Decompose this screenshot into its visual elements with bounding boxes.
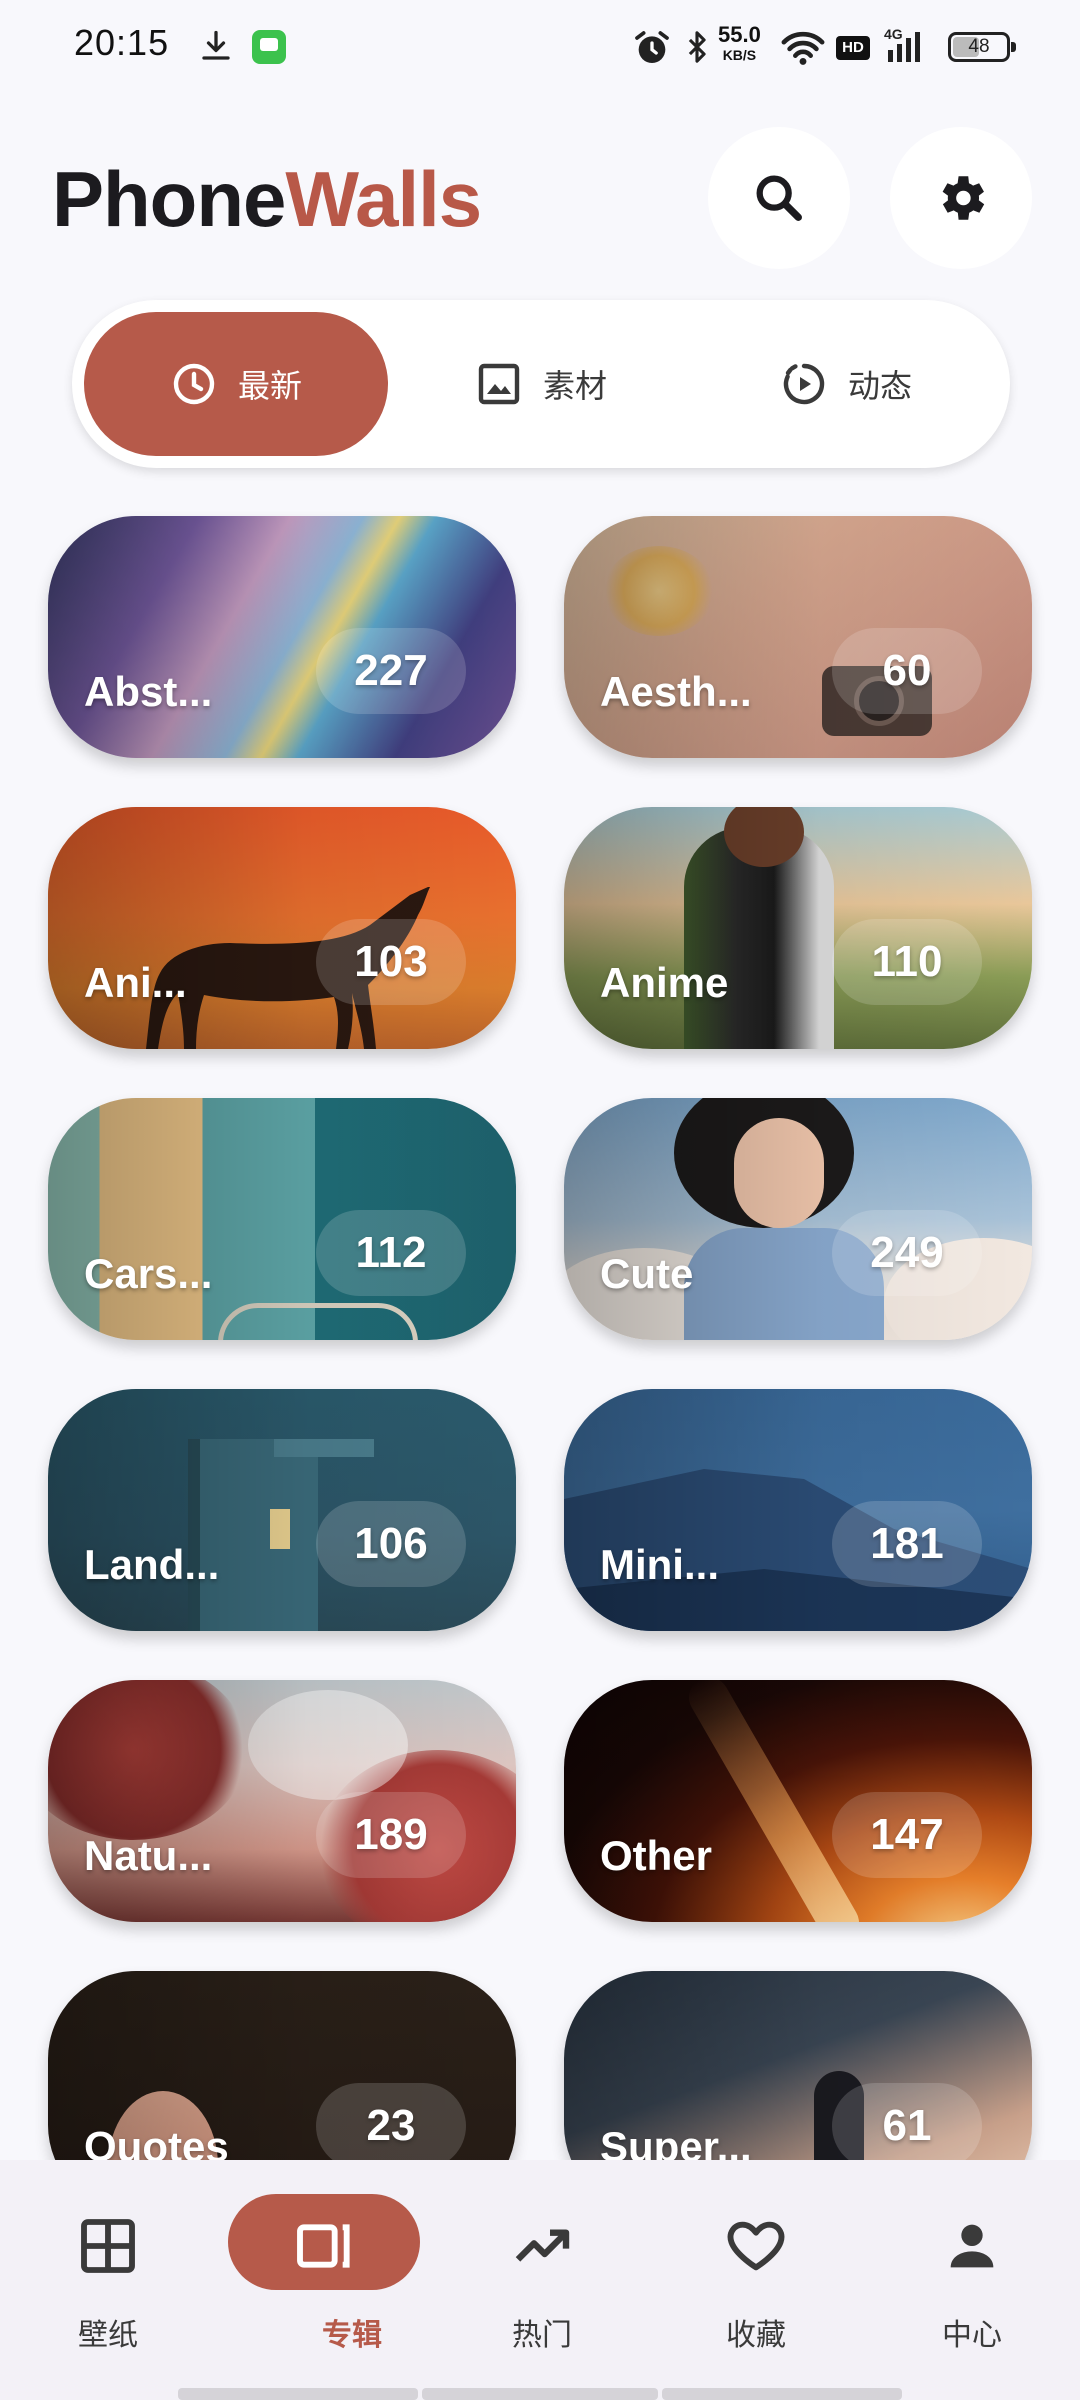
- nav-wallpapers[interactable]: 壁纸: [8, 2194, 208, 2364]
- category-card-animals[interactable]: Ani... 103: [48, 807, 516, 1049]
- search-icon: [756, 175, 802, 221]
- bottom-navigation: 壁纸 专辑 热门 收藏 中心: [0, 2160, 1080, 2400]
- grid-icon: [81, 2219, 135, 2273]
- tab-label: 动态: [847, 367, 912, 405]
- status-time: 20:15: [74, 22, 170, 63]
- category-count: 189: [316, 1792, 466, 1878]
- category-card-nature[interactable]: Natu... 189: [48, 1680, 516, 1922]
- category-count: 147: [832, 1792, 982, 1878]
- status-bar: 20:15 55.0 KB/S HD 4G 48: [0, 0, 1080, 96]
- person-icon: [950, 2224, 994, 2268]
- category-card-abstract[interactable]: Abst... 227: [48, 516, 516, 758]
- tab-dynamic[interactable]: 动态: [694, 312, 998, 456]
- category-count: 112: [316, 1210, 466, 1296]
- category-card-landscape[interactable]: Land... 106: [48, 1389, 516, 1631]
- hd-badge: HD: [836, 36, 870, 60]
- app-title-part2: Walls: [285, 155, 482, 243]
- gesture-bar: [178, 2388, 418, 2400]
- nav-profile[interactable]: 中心: [872, 2194, 1072, 2364]
- tab-latest[interactable]: 最新: [84, 312, 388, 456]
- category-card-other[interactable]: Other 147: [564, 1680, 1032, 1922]
- gesture-bar: [422, 2388, 658, 2400]
- nav-favorites[interactable]: 收藏: [656, 2194, 856, 2364]
- settings-icon: [942, 176, 985, 220]
- nav-trending[interactable]: 热门: [442, 2194, 642, 2364]
- category-count: 23: [316, 2083, 466, 2169]
- wifi-icon: [781, 31, 825, 65]
- bluetooth-icon: [688, 31, 706, 63]
- category-count: 249: [832, 1210, 982, 1296]
- signal-icon: 4G: [884, 26, 928, 66]
- network-speed: 55.0 KB/S: [718, 22, 761, 63]
- category-tabs: 最新 素材 动态: [72, 300, 1010, 468]
- category-count: 60: [832, 628, 982, 714]
- category-count: 61: [832, 2083, 982, 2169]
- category-card-aesthetic[interactable]: Aesth... 60: [564, 516, 1032, 758]
- category-count: 103: [316, 919, 466, 1005]
- play-circle-icon: [783, 363, 825, 405]
- tab-label: 素材: [542, 367, 607, 405]
- tab-label: 最新: [237, 367, 302, 405]
- category-card-minimal[interactable]: Mini... 181: [564, 1389, 1032, 1631]
- nav-label: 中心: [942, 2318, 1002, 2353]
- nav-albums[interactable]: 专辑: [196, 2194, 420, 2364]
- download-icon: [202, 30, 230, 60]
- category-count: 181: [832, 1501, 982, 1587]
- heart-icon: [727, 2221, 785, 2271]
- nav-label: 热门: [512, 2318, 572, 2353]
- settings-button[interactable]: [890, 127, 1032, 269]
- category-card-anime[interactable]: Anime 110: [564, 807, 1032, 1049]
- nav-label: 壁纸: [78, 2318, 138, 2353]
- clock-icon: [173, 363, 215, 405]
- tab-material[interactable]: 素材: [389, 312, 693, 456]
- category-count: 110: [832, 919, 982, 1005]
- battery-icon: 48: [948, 32, 1016, 62]
- album-icon: [297, 2224, 350, 2268]
- gesture-bar: [662, 2388, 902, 2400]
- category-card-cars[interactable]: Cars... 112: [48, 1098, 516, 1340]
- app-title: PhoneWalls: [52, 160, 482, 238]
- trending-icon: [515, 2229, 570, 2262]
- category-count: 227: [316, 628, 466, 714]
- message-app-icon: [252, 30, 286, 64]
- nav-label: 收藏: [726, 2318, 786, 2353]
- app-title-part1: Phone: [52, 155, 286, 243]
- search-button[interactable]: [708, 127, 850, 269]
- category-card-cute[interactable]: Cute 249: [564, 1098, 1032, 1340]
- nav-label: 专辑: [322, 2318, 382, 2353]
- category-count: 106: [316, 1501, 466, 1587]
- image-icon: [478, 363, 520, 405]
- alarm-icon: [635, 31, 669, 63]
